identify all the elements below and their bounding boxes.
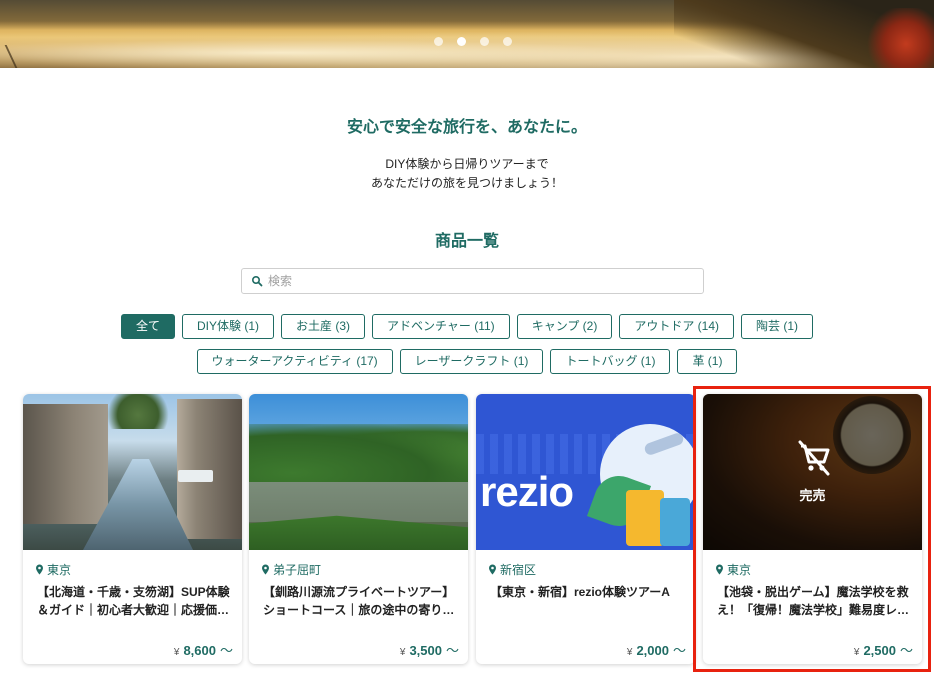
product-card-4[interactable]: 完売 東京 【池袋・脱出ゲーム】魔法学校を救え！「復帰！魔法学校」難易度レ… ¥… bbox=[703, 394, 922, 664]
product-title[interactable]: 【釧路川源流プライベートツアー】ショートコース｜旅の途中の寄り… bbox=[263, 583, 459, 619]
product-image-river bbox=[249, 394, 468, 550]
product-title[interactable]: 【東京・新宿】rezio体験ツアーA bbox=[490, 583, 686, 619]
category-chip-tote-bag[interactable]: トートバッグ (1) bbox=[550, 349, 671, 374]
rezio-logo: rezio bbox=[480, 468, 574, 515]
cart-off-icon bbox=[798, 440, 829, 476]
tagline: 安心で安全な旅行を、あなたに。 bbox=[346, 119, 587, 136]
product-location: 東京 bbox=[35, 561, 71, 578]
location-pin-icon bbox=[36, 564, 43, 575]
product-price: ¥ 2,500 〜 bbox=[854, 640, 913, 659]
category-chip-outdoor[interactable]: アウトドア (14) bbox=[619, 314, 735, 339]
category-row-2: ウォーターアクティビティ (17) レーザークラフト (1) トートバッグ (1… bbox=[0, 349, 934, 374]
product-location-label: 東京 bbox=[47, 563, 72, 577]
price-value: 8,600 bbox=[183, 643, 216, 658]
category-chip-diy[interactable]: DIY体験 (1) bbox=[181, 314, 274, 339]
hero-leaves bbox=[864, 8, 934, 68]
category-chip-camp[interactable]: キャンプ (2) bbox=[516, 314, 613, 339]
category-chip-all[interactable]: 全て bbox=[120, 314, 175, 339]
search-icon bbox=[251, 272, 263, 291]
price-value: 2,000 bbox=[636, 643, 669, 658]
price-suffix: 〜 bbox=[445, 643, 459, 658]
price-currency: ¥ bbox=[399, 647, 406, 658]
product-location: 新宿区 bbox=[488, 561, 536, 578]
product-location: 東京 bbox=[715, 561, 751, 578]
hero-banner bbox=[0, 0, 934, 68]
product-card-3[interactable]: rezio 新宿区 【東京・新宿】rezio体験ツアーA ¥ 2,000 〜 bbox=[476, 394, 695, 664]
product-price: ¥ 8,600 〜 bbox=[174, 640, 233, 659]
product-location-label: 東京 bbox=[727, 563, 752, 577]
price-value: 2,500 bbox=[863, 643, 896, 658]
carousel-dot-2[interactable] bbox=[457, 37, 466, 46]
product-title[interactable]: 【池袋・脱出ゲーム】魔法学校を救え！「復帰！魔法学校」難易度レ… bbox=[717, 583, 913, 619]
product-card-1[interactable]: 東京 【北海道・千歳・支笏湖】SUP体験＆ガイド｜初心者大歓迎｜応援価… ¥ 8… bbox=[23, 394, 242, 664]
price-currency: ¥ bbox=[853, 647, 860, 658]
product-price: ¥ 3,500 〜 bbox=[400, 640, 459, 659]
product-title[interactable]: 【北海道・千歳・支笏湖】SUP体験＆ガイド｜初心者大歓迎｜応援価… bbox=[37, 583, 233, 619]
price-currency: ¥ bbox=[626, 647, 633, 658]
search-input[interactable] bbox=[268, 271, 688, 291]
price-suffix: 〜 bbox=[899, 643, 913, 658]
product-price: ¥ 2,000 〜 bbox=[627, 640, 686, 659]
category-chip-laser-craft[interactable]: レーザークラフト (1) bbox=[399, 349, 544, 374]
carousel-dot-1[interactable] bbox=[434, 37, 443, 46]
location-pin-icon bbox=[262, 564, 269, 575]
product-image-canal bbox=[23, 394, 242, 550]
product-location: 弟子屈町 bbox=[261, 561, 321, 578]
sold-out-label: 完売 bbox=[799, 488, 826, 503]
carousel-dots bbox=[434, 37, 512, 46]
category-chip-pottery[interactable]: 陶芸 (1) bbox=[741, 314, 814, 339]
intro-line-1: DIY体験から日帰りツアーまで bbox=[385, 157, 549, 171]
category-chip-leather[interactable]: 革 (1) bbox=[677, 349, 738, 374]
category-row-1: 全て DIY体験 (1) お土産 (3) アドベンチャー (11) キャンプ (… bbox=[0, 314, 934, 339]
product-card-2[interactable]: 弟子屈町 【釧路川源流プライベートツアー】ショートコース｜旅の途中の寄り… ¥ … bbox=[249, 394, 468, 664]
product-image-rezio: rezio bbox=[476, 394, 695, 550]
intro-line-2: あなただけの旅を見つけましょう！ bbox=[370, 176, 563, 190]
product-location-label: 弟子屈町 bbox=[273, 563, 322, 577]
product-location-label: 新宿区 bbox=[500, 563, 537, 577]
sold-out-overlay: 完売 bbox=[703, 436, 922, 504]
price-suffix: 〜 bbox=[672, 643, 686, 658]
product-image-clock: 完売 bbox=[703, 394, 922, 550]
carousel-dot-4[interactable] bbox=[503, 37, 512, 46]
location-pin-icon bbox=[489, 564, 496, 575]
category-chip-water-activity[interactable]: ウォーターアクティビティ (17) bbox=[196, 349, 393, 374]
price-suffix: 〜 bbox=[219, 643, 233, 658]
location-pin-icon bbox=[716, 564, 723, 575]
suitcase-icon bbox=[626, 490, 664, 546]
category-chip-adventure[interactable]: アドベンチャー (11) bbox=[372, 314, 510, 339]
section-title: 商品一覧 bbox=[434, 233, 499, 250]
price-value: 3,500 bbox=[409, 643, 442, 658]
price-currency: ¥ bbox=[173, 647, 180, 658]
category-chip-souvenir[interactable]: お土産 (3) bbox=[281, 314, 366, 339]
search-box[interactable] bbox=[241, 268, 704, 294]
carousel-dot-3[interactable] bbox=[480, 37, 489, 46]
